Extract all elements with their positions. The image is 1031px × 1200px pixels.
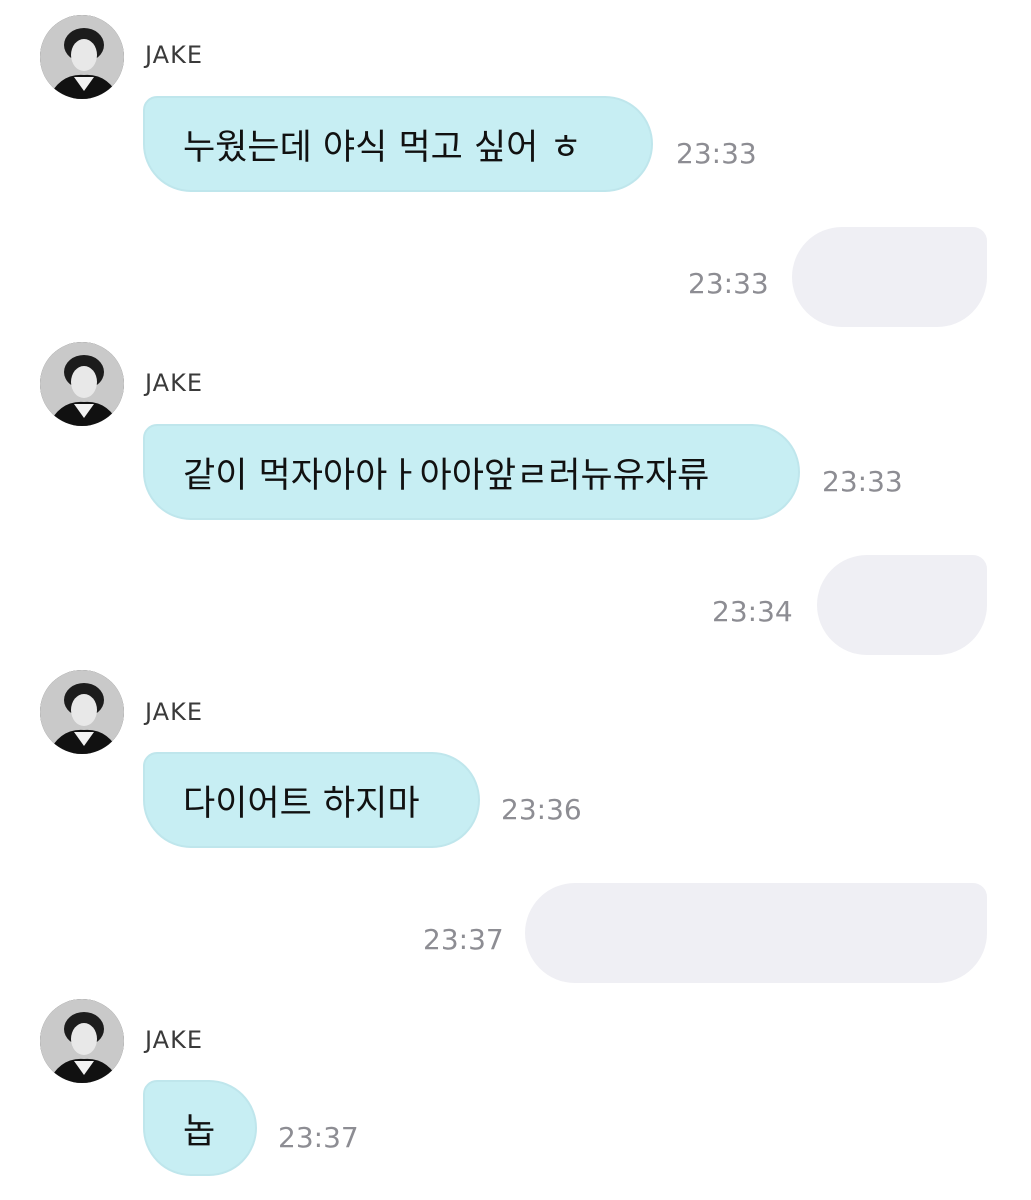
message-bubble-outgoing[interactable] [792,227,987,327]
profile-avatar-icon [40,670,124,754]
sender-name: JAKE [145,369,203,397]
sender-name: JAKE [145,1026,203,1054]
message-timestamp: 23:37 [423,923,504,956]
message-text: 다이어트 하지마 [183,783,420,824]
message-text: 누웠는데 야식 먹고 싶어 ㅎ [183,127,582,168]
message-timestamp: 23:34 [712,595,793,628]
message-bubble-outgoing[interactable] [817,555,987,655]
avatar[interactable] [40,342,124,426]
message-bubble-outgoing[interactable] [525,883,987,983]
avatar[interactable] [40,999,124,1083]
message-bubble-incoming[interactable]: 누웠는데 야식 먹고 싶어 ㅎ [143,96,653,192]
profile-avatar-icon [40,342,124,426]
message-bubble-incoming[interactable]: 같이 먹자아아ㅏ아아앞ㄹ러뉴유자류 [143,424,800,520]
message-text: 같이 먹자아아ㅏ아아앞ㄹ러뉴유자류 [183,455,710,496]
message-timestamp: 23:33 [676,137,757,170]
message-timestamp: 23:37 [278,1121,359,1154]
message-text: 놉 [183,1111,216,1152]
message-timestamp: 23:33 [688,267,769,300]
message-timestamp: 23:33 [822,465,903,498]
profile-avatar-icon [40,15,124,99]
message-bubble-incoming[interactable]: 놉 [143,1080,257,1176]
profile-avatar-icon [40,999,124,1083]
sender-name: JAKE [145,698,203,726]
message-timestamp: 23:36 [501,793,582,826]
avatar[interactable] [40,15,124,99]
message-bubble-incoming[interactable]: 다이어트 하지마 [143,752,480,848]
sender-name: JAKE [145,41,203,69]
avatar[interactable] [40,670,124,754]
